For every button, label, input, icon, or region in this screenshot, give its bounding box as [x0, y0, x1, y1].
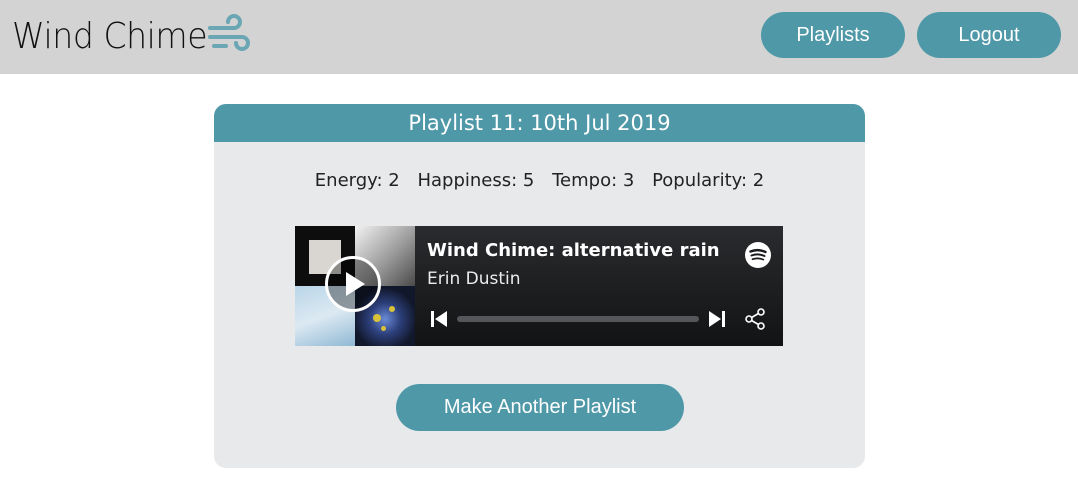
playlist-title: Playlist 11: 10th Jul 2019 — [214, 104, 865, 142]
playlist-stats: Energy: 2 Happiness: 5 Tempo: 3 Populari… — [214, 170, 865, 191]
album-art-mosaic — [295, 226, 415, 346]
brand[interactable]: Wind Chime — [12, 12, 250, 60]
brand-name: Wind Chime — [12, 15, 208, 57]
logout-button[interactable]: Logout — [917, 12, 1061, 58]
top-bar: Wind Chime Playlists Logout — [0, 0, 1078, 74]
stat-popularity: Popularity: 2 — [652, 170, 765, 191]
track-artist[interactable]: Erin Dustin — [427, 269, 521, 289]
playlists-button[interactable]: Playlists — [761, 12, 905, 58]
play-icon — [346, 272, 365, 296]
previous-icon[interactable] — [430, 310, 448, 328]
wind-icon — [208, 14, 250, 51]
make-another-playlist-button[interactable]: Make Another Playlist — [396, 384, 684, 431]
play-button[interactable] — [325, 256, 381, 312]
stat-tempo: Tempo: 3 — [552, 170, 635, 191]
spotify-icon[interactable] — [744, 241, 772, 269]
playlist-card: Playlist 11: 10th Jul 2019 Energy: 2 Hap… — [214, 104, 865, 468]
next-icon[interactable] — [708, 310, 726, 328]
stat-energy: Energy: 2 — [314, 170, 400, 191]
progress-bar[interactable] — [457, 316, 699, 322]
spotify-player: Wind Chime: alternative rain Erin Dustin — [295, 226, 783, 346]
stat-happiness: Happiness: 5 — [417, 170, 535, 191]
share-icon[interactable] — [743, 307, 767, 331]
track-title: Wind Chime: alternative rain — [427, 240, 720, 261]
